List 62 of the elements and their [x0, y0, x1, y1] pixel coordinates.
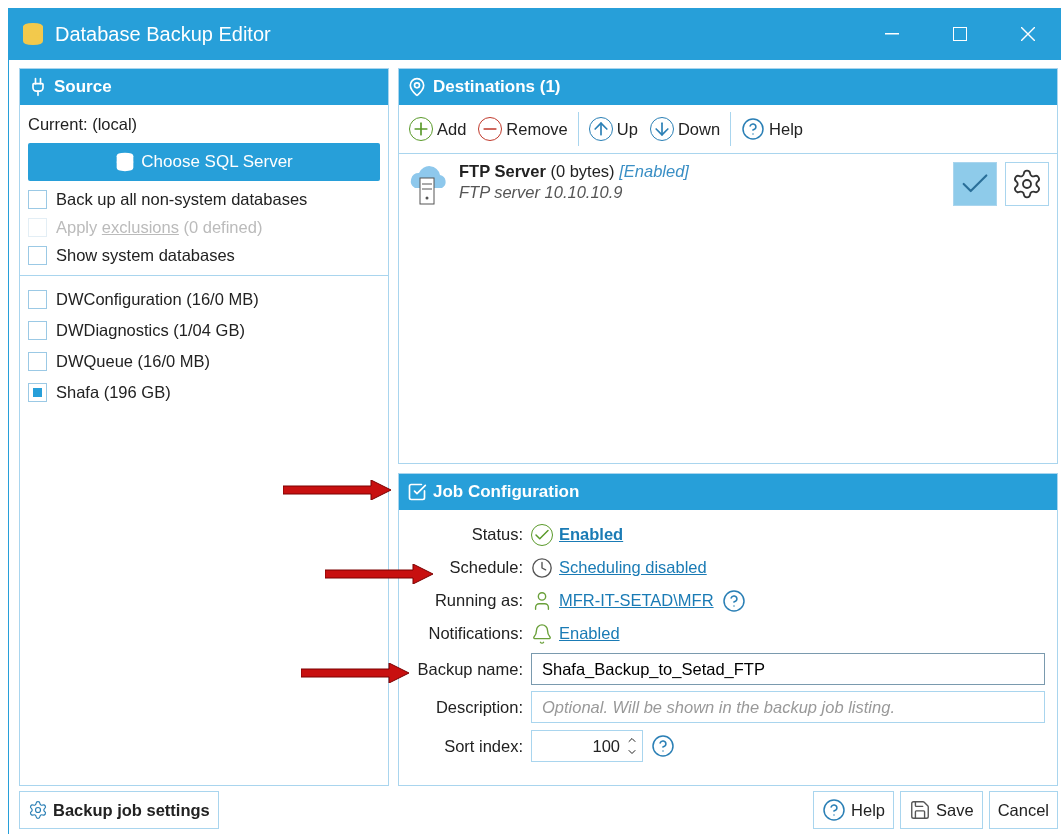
pin-icon [407, 77, 427, 97]
value-link[interactable]: Enabled [559, 525, 624, 544]
job-settings-button[interactable]: Backup job settings [19, 791, 219, 829]
database-item[interactable]: DWConfiguration (16/0 MB) [28, 290, 380, 309]
enable-toggle[interactable] [953, 162, 997, 206]
window-title: Database Backup Editor [55, 22, 272, 46]
checkbox[interactable] [28, 352, 47, 371]
panel-title: Destinations (1) [433, 77, 561, 97]
close-icon [1021, 27, 1035, 41]
settings-icon [28, 800, 48, 820]
text-field[interactable]: Optional. Will be shown in the backup job listing. [531, 691, 1045, 723]
checkbox-option[interactable]: Show system databases [28, 246, 380, 265]
field-label: Schedule: [448, 558, 523, 577]
checkbox-option[interactable]: Back up all non-system databases [28, 190, 380, 209]
help-icon [741, 117, 766, 141]
bell-icon [531, 622, 553, 645]
value-link[interactable]: MFR-IT-SETAD\MFR [559, 591, 714, 610]
current-server: Current: (local) [28, 115, 139, 134]
checkbox-icon[interactable] [407, 482, 427, 502]
database-icon [115, 152, 136, 172]
save-button[interactable]: Save [900, 791, 983, 829]
field-label: Sort index: [443, 736, 523, 756]
remove-button[interactable]: Remove [476, 117, 570, 141]
field-label: Notifications: [427, 624, 523, 643]
destination-title: FTP Server (0 bytes) [Enabled] [459, 162, 690, 181]
help-button[interactable]: Help [739, 117, 806, 141]
help-button[interactable] [649, 734, 677, 758]
cancel-button[interactable]: Cancel [988, 791, 1058, 829]
help-icon [822, 798, 847, 822]
settings-icon [1011, 168, 1043, 200]
database-item[interactable]: DWQueue (16/0 MB) [28, 352, 380, 371]
down-button[interactable]: Down [647, 117, 723, 141]
clock-icon [531, 556, 553, 579]
help-button[interactable]: Help [813, 791, 894, 829]
minimize-icon [885, 33, 899, 35]
maximize-icon [953, 27, 967, 41]
value-link[interactable]: Scheduling disabled [559, 558, 707, 577]
up-button[interactable]: Up [586, 117, 640, 141]
database-item[interactable]: DWDiagnostics (1/04 GB) [28, 321, 380, 340]
help-icon [651, 734, 675, 758]
help-icon [721, 588, 746, 613]
checkbox[interactable] [28, 290, 47, 309]
save-icon [909, 799, 931, 821]
destination-detail: FTP server 10.10.10.9 [459, 183, 624, 202]
panel-title: Source [54, 77, 112, 97]
field-label: Status: [470, 525, 523, 544]
app-icon [21, 22, 45, 46]
checkbox[interactable] [28, 321, 47, 340]
value-link[interactable]: Enabled [559, 624, 620, 643]
checkbox[interactable] [28, 190, 47, 209]
checkbox[interactable] [28, 383, 47, 402]
destination-item[interactable]: FTP Server (0 bytes) [Enabled] FTP server 10.10.10.9 [399, 154, 1057, 214]
field-label: Running as: [433, 591, 523, 610]
database-item[interactable]: Shafa (196 GB) [28, 383, 380, 402]
field-label: Backup name: [416, 659, 523, 679]
panel-title: Job Configuration [433, 482, 580, 502]
number-field[interactable]: 100 [531, 730, 643, 762]
field-label: Description: [434, 697, 523, 717]
settings-button[interactable] [1005, 162, 1049, 206]
text-field[interactable]: Shafa_Backup_to_Setad_FTP [531, 653, 1045, 685]
add-button[interactable]: Add [407, 117, 469, 141]
checkbox[interactable] [28, 246, 47, 265]
